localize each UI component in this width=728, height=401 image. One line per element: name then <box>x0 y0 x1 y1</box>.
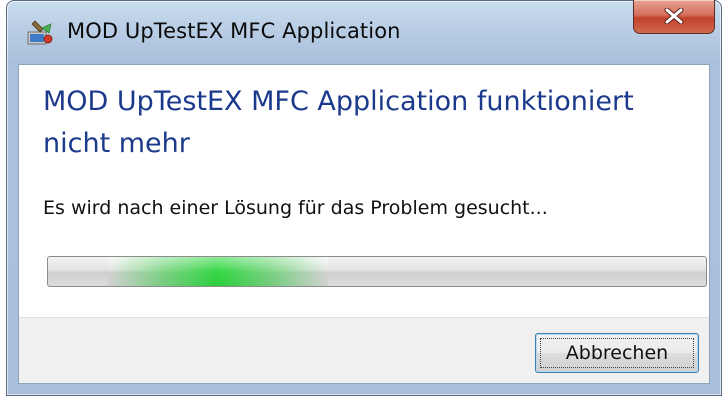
cancel-button[interactable]: Abbrechen <box>535 333 699 373</box>
application-icon <box>25 18 55 48</box>
main-instruction: MOD UpTestEX MFC Application funktionier… <box>43 86 634 159</box>
close-button[interactable] <box>633 0 715 34</box>
title-bar[interactable]: MOD UpTestEX MFC Application <box>7 0 721 63</box>
error-dialog-window: MOD UpTestEX MFC Application MOD UpTestE… <box>6 0 722 396</box>
dialog-content-area: MOD UpTestEX MFC Application funktionier… <box>18 64 710 384</box>
cancel-button-label: Abbrechen <box>565 342 669 364</box>
dialog-footer: Abbrechen <box>19 317 709 383</box>
progress-marquee-glow <box>108 257 328 286</box>
status-message: Es wird nach einer Lösung für das Proble… <box>43 197 548 219</box>
close-icon <box>664 8 684 24</box>
window-title: MOD UpTestEX MFC Application <box>67 19 401 43</box>
progress-bar <box>47 256 707 287</box>
